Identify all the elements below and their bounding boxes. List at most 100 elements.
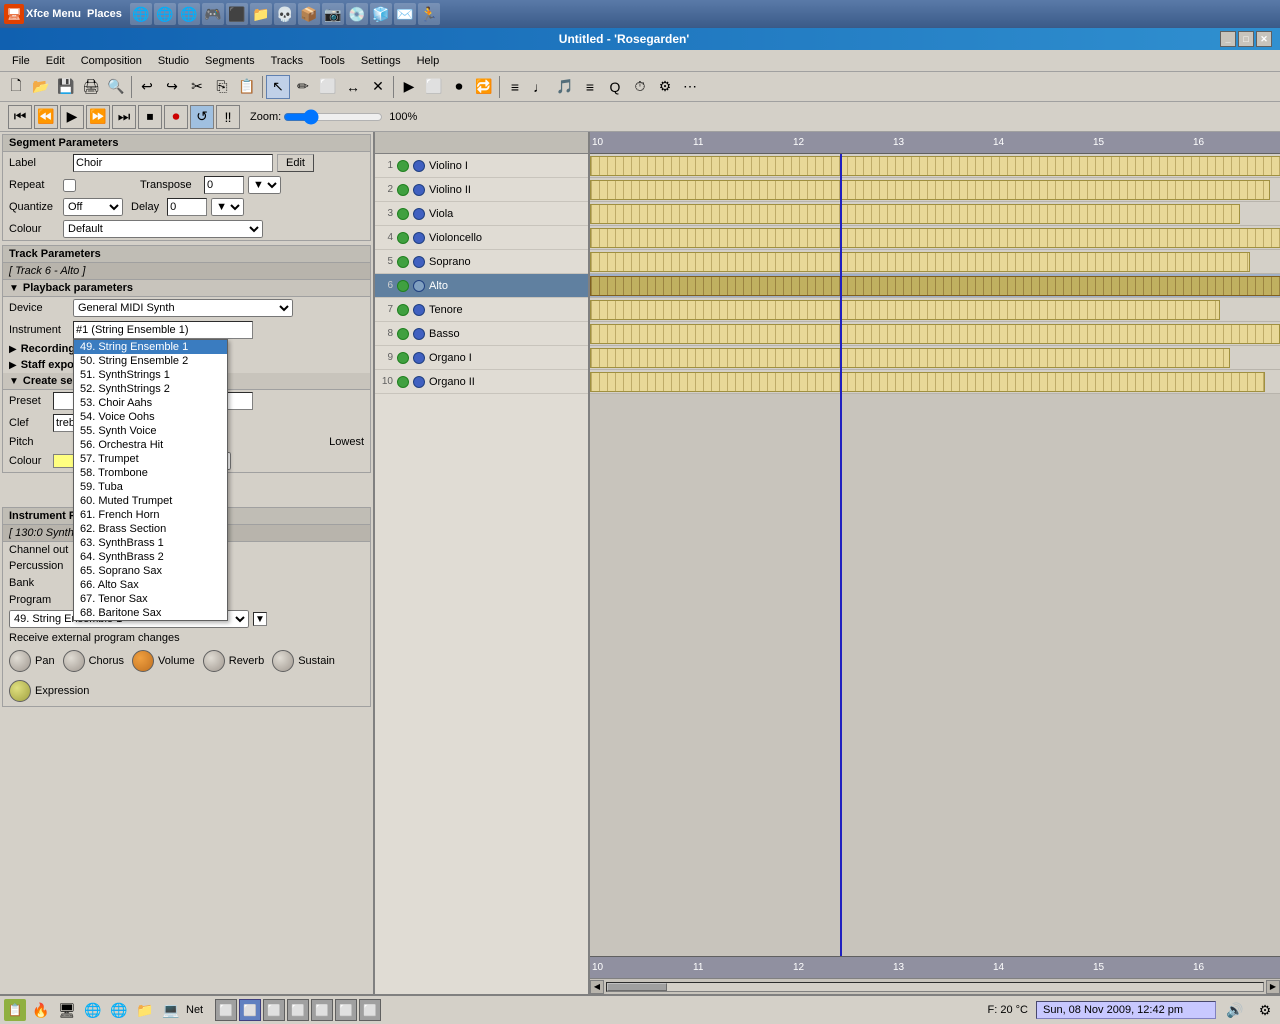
zoom-slider[interactable] (283, 109, 383, 125)
track-mute-10[interactable] (397, 376, 409, 388)
track-row-4[interactable]: 4 Violoncello (375, 226, 588, 250)
track-row-7[interactable]: 7 Tenore (375, 298, 588, 322)
label-input[interactable] (73, 154, 273, 172)
dropdown-item-68[interactable]: 68. Baritone Sax (74, 606, 227, 620)
loop-transport-btn[interactable]: ↺ (190, 105, 214, 129)
sys-icon-7[interactable]: 💻 (160, 999, 182, 1021)
stop-midi-btn[interactable]: ⬜ (422, 75, 446, 99)
save-btn[interactable]: 💾 (54, 75, 78, 99)
track-mute-2[interactable] (397, 184, 409, 196)
copy-btn[interactable]: ⎘ (210, 75, 234, 99)
task-btn-1[interactable]: ⬜ (215, 999, 237, 1021)
dropdown-item-55[interactable]: 55. Synth Voice (74, 424, 227, 438)
instrument-select-area[interactable] (73, 321, 253, 339)
dropdown-item-64[interactable]: 64. SynthBrass 2 (74, 550, 227, 564)
note-btn[interactable]: ♩ (528, 75, 552, 99)
menu-edit[interactable]: Edit (38, 53, 73, 69)
scroll-right-btn[interactable]: ▶ (1266, 980, 1280, 994)
instrument-input[interactable] (73, 321, 253, 339)
h-scroll-thumb[interactable] (607, 983, 667, 991)
edit-button[interactable]: Edit (277, 154, 314, 172)
sys-icon-5[interactable]: 🌐 (108, 999, 130, 1021)
task-btn-4[interactable]: ⬜ (287, 999, 309, 1021)
h-scroll-track[interactable] (606, 982, 1264, 992)
track-row-3[interactable]: 3 Viola (375, 202, 588, 226)
game-icon[interactable]: 🎮 (202, 3, 224, 25)
mail-icon[interactable]: ✉️ (394, 3, 416, 25)
seq-row-4[interactable] (590, 226, 1280, 250)
cut-btn[interactable]: ✂ (185, 75, 209, 99)
transpose-select[interactable]: ▼ (248, 176, 281, 194)
track-solo-2[interactable] (413, 184, 425, 196)
menu-segments[interactable]: Segments (197, 53, 263, 69)
dropdown-item-63[interactable]: 63. SynthBrass 1 (74, 536, 227, 550)
playback-params-header[interactable]: ▼ Playback parameters (3, 280, 370, 297)
forward-btn[interactable]: ⏩ (86, 105, 110, 129)
track-mute-4[interactable] (397, 232, 409, 244)
chord-btn[interactable]: 🎵 (553, 75, 577, 99)
xfce-menu-label[interactable]: Xfce Menu (26, 8, 81, 20)
track-solo-7[interactable] (413, 304, 425, 316)
seq-row-3[interactable] (590, 202, 1280, 226)
dropdown-item-67[interactable]: 67. Tenor Sax (74, 592, 227, 606)
rewind-btn[interactable]: ⏪ (34, 105, 58, 129)
program-scroll[interactable]: ▼ (253, 612, 267, 626)
loop-btn[interactable]: 🔁 (472, 75, 496, 99)
track-mute-3[interactable] (397, 208, 409, 220)
seq-row-6[interactable] (590, 274, 1280, 298)
track-solo-10[interactable] (413, 376, 425, 388)
skull-icon[interactable]: 💀 (274, 3, 296, 25)
stop-btn[interactable]: ⏹ (138, 105, 162, 129)
device-select[interactable]: General MIDI Synth (73, 299, 293, 317)
minimize-btn[interactable]: _ (1220, 31, 1236, 47)
seq-seg-7a[interactable] (590, 300, 1220, 320)
pan-knob[interactable] (9, 650, 31, 672)
sys-icon-4[interactable]: 🌐 (82, 999, 104, 1021)
track-mute-5[interactable] (397, 256, 409, 268)
seq-seg-5a[interactable] (590, 252, 1250, 272)
chorus-knob[interactable] (63, 650, 85, 672)
task-btn-3[interactable]: ⬜ (263, 999, 285, 1021)
dropdown-item-61[interactable]: 61. French Horn (74, 508, 227, 522)
seq-row-8[interactable] (590, 322, 1280, 346)
preview-btn[interactable]: 🔍 (104, 75, 128, 99)
files-icon[interactable]: 📁 (250, 3, 272, 25)
open-btn[interactable]: 📂 (29, 75, 53, 99)
task-btn-6[interactable]: ⬜ (335, 999, 357, 1021)
staff-btn[interactable]: ≡ (578, 75, 602, 99)
dropdown-item-51[interactable]: 51. SynthStrings 1 (74, 368, 227, 382)
seq-row-2[interactable] (590, 178, 1280, 202)
scroll-left-btn[interactable]: ◀ (590, 980, 604, 994)
globe-icon[interactable]: 🌐 (130, 3, 152, 25)
maximize-btn[interactable]: □ (1238, 31, 1254, 47)
transpose-input[interactable] (204, 176, 244, 194)
track-row-8[interactable]: 8 Basso (375, 322, 588, 346)
track-solo-8[interactable] (413, 328, 425, 340)
instrument-dropdown-list[interactable]: 49. String Ensemble 1 50. String Ensembl… (73, 339, 228, 621)
track-mute-9[interactable] (397, 352, 409, 364)
task-btn-2[interactable]: ⬜ (239, 999, 261, 1021)
browser-icon2[interactable]: 🌐 (178, 3, 200, 25)
undo-btn[interactable]: ↩ (135, 75, 159, 99)
track-row-2[interactable]: 2 Violino II (375, 178, 588, 202)
seq-row-10[interactable] (590, 370, 1280, 394)
more-btn[interactable]: ⋯ (678, 75, 702, 99)
menu-composition[interactable]: Composition (73, 53, 150, 69)
menu-tools[interactable]: Tools (311, 53, 353, 69)
seq-row-7[interactable] (590, 298, 1280, 322)
sustain-knob[interactable] (272, 650, 294, 672)
dropdown-item-66[interactable]: 66. Alto Sax (74, 578, 227, 592)
track-mute-7[interactable] (397, 304, 409, 316)
seq-seg-9a[interactable] (590, 348, 1230, 368)
track-solo-1[interactable] (413, 160, 425, 172)
seq-seg-4a[interactable] (590, 228, 1280, 248)
record-transport-btn[interactable]: ⏺ (164, 105, 188, 129)
redo-btn[interactable]: ↪ (160, 75, 184, 99)
reverb-knob[interactable] (203, 650, 225, 672)
xfce-menu-area[interactable]: 🖥 Xfce Menu Places (4, 4, 122, 24)
track-solo-3[interactable] (413, 208, 425, 220)
menu-settings[interactable]: Settings (353, 53, 409, 69)
expression-knob[interactable] (9, 680, 31, 702)
pencil-tool[interactable]: ✏ (291, 75, 315, 99)
track-row-1[interactable]: 1 Violino I (375, 154, 588, 178)
